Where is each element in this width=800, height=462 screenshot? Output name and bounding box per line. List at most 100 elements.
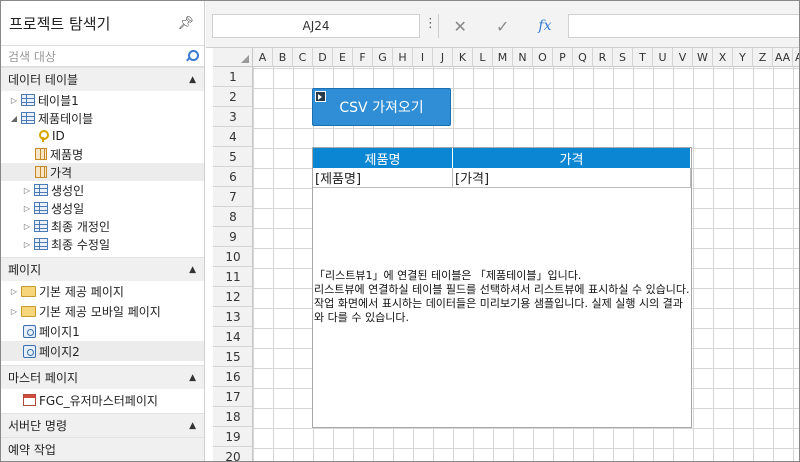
column-header[interactable]: Q: [573, 48, 593, 67]
cancel-icon[interactable]: ✕: [454, 17, 467, 36]
tree-item-field[interactable]: ID: [1, 127, 204, 145]
cell-price[interactable]: [가격]: [453, 168, 691, 187]
column-header[interactable]: E: [333, 48, 353, 67]
column-header[interactable]: G: [373, 48, 393, 67]
confirm-icon[interactable]: ✓: [496, 17, 509, 36]
expand-arrow-icon[interactable]: ▷: [9, 307, 19, 316]
tree-item-page[interactable]: 페이지2: [1, 341, 204, 361]
chevron-up-icon[interactable]: ▲: [189, 75, 196, 85]
column-header[interactable]: L: [473, 48, 493, 67]
column-header[interactable]: S: [613, 48, 633, 67]
tree-item-field[interactable]: ▷ 생성인: [1, 181, 204, 199]
tree-item-label: 생성인: [51, 183, 85, 198]
row-header[interactable]: 19: [213, 427, 253, 447]
column-header[interactable]: W: [693, 48, 713, 67]
row-header[interactable]: 5: [213, 147, 253, 167]
expand-arrow-icon[interactable]: ▷: [22, 222, 32, 231]
table-row[interactable]: [제품명] [가격]: [313, 168, 691, 188]
command-icon[interactable]: [315, 91, 326, 102]
row-header[interactable]: 6: [213, 167, 253, 187]
column-header[interactable]: I: [413, 48, 433, 67]
column-header[interactable]: AA: [773, 48, 793, 67]
row-header[interactable]: 10: [213, 247, 253, 267]
row-header[interactable]: 17: [213, 387, 253, 407]
formula-input[interactable]: [568, 14, 799, 38]
column-header[interactable]: AB: [793, 48, 799, 67]
expand-arrow-icon[interactable]: ▷: [22, 186, 32, 195]
tree-item-table[interactable]: ▷ 테이블1: [1, 91, 204, 109]
row-header[interactable]: 3: [213, 107, 253, 127]
tree-item-field[interactable]: ▷ 최종 수정일: [1, 235, 204, 253]
explorer-search-input[interactable]: 검색 대상: [1, 45, 204, 67]
expand-arrow-icon[interactable]: ▷: [22, 240, 32, 249]
column-header[interactable]: V: [673, 48, 693, 67]
section-pages[interactable]: 페이지 ▲: [1, 257, 204, 281]
collapse-arrow-icon[interactable]: ◢: [9, 114, 19, 123]
column-header[interactable]: Y: [733, 48, 753, 67]
column-header[interactable]: D: [313, 48, 333, 67]
tree-item-table[interactable]: ◢ 제품테이블: [1, 109, 204, 127]
column-header[interactable]: K: [453, 48, 473, 67]
chevron-up-icon[interactable]: ▲: [189, 373, 196, 383]
tree-item-master-page[interactable]: FGC_유저마스터페이지: [1, 389, 204, 411]
tree-item-field[interactable]: 가격: [1, 163, 204, 181]
tree-item-field[interactable]: ▷ 최종 개정인: [1, 217, 204, 235]
table-icon: [34, 184, 48, 196]
chevron-up-icon[interactable]: ▲: [189, 421, 196, 431]
column-header[interactable]: Z: [753, 48, 773, 67]
row-header[interactable]: 18: [213, 407, 253, 427]
expand-arrow-icon[interactable]: ▷: [22, 204, 32, 213]
column-header[interactable]: U: [653, 48, 673, 67]
column-header[interactable]: J: [433, 48, 453, 67]
tree-item-page[interactable]: ▷ 기본 제공 페이지: [1, 281, 204, 301]
tree-item-field[interactable]: ▷ 생성일: [1, 199, 204, 217]
column-header[interactable]: A: [253, 48, 273, 67]
column-header[interactable]: X: [713, 48, 733, 67]
section-scheduled-tasks[interactable]: 예약 작업: [1, 437, 204, 461]
column-header[interactable]: T: [633, 48, 653, 67]
tree-item-page[interactable]: 페이지1: [1, 321, 204, 341]
csv-import-button[interactable]: CSV 가져오기: [312, 88, 451, 126]
list-view[interactable]: 제품명 가격 [제품명] [가격] 「리스트뷰1」에 연결된 테이블은 「제품테…: [312, 147, 692, 428]
section-master-pages[interactable]: 마스터 페이지 ▲: [1, 365, 204, 389]
column-header[interactable]: R: [593, 48, 613, 67]
expand-arrow-icon[interactable]: ▷: [9, 96, 19, 105]
column-header-price[interactable]: 가격: [453, 148, 691, 168]
column-header[interactable]: H: [393, 48, 413, 67]
cell-reference-box[interactable]: AJ24: [212, 14, 420, 38]
row-header[interactable]: 11: [213, 267, 253, 287]
row-header[interactable]: 4: [213, 127, 253, 147]
column-header-product-name[interactable]: 제품명: [313, 148, 453, 168]
expand-arrow-icon[interactable]: ▷: [9, 287, 19, 296]
pin-icon[interactable]: 📌︎: [177, 16, 194, 31]
column-header[interactable]: B: [273, 48, 293, 67]
column-header[interactable]: F: [353, 48, 373, 67]
row-header[interactable]: 8: [213, 207, 253, 227]
row-header[interactable]: 1: [213, 67, 253, 87]
designer-grid[interactable]: ABCDEFGHIJKLMNOPQRSTUVWXYZAAAB 123456789…: [213, 48, 799, 461]
row-header[interactable]: 2: [213, 87, 253, 107]
row-header[interactable]: 7: [213, 187, 253, 207]
function-icon[interactable]: fx: [538, 18, 551, 34]
row-header[interactable]: 9: [213, 227, 253, 247]
row-header[interactable]: 13: [213, 307, 253, 327]
section-server-commands[interactable]: 서버단 명령 ▲: [1, 413, 204, 437]
select-all-corner[interactable]: [213, 48, 253, 67]
column-header[interactable]: M: [493, 48, 513, 67]
tree-item-page[interactable]: ▷ 기본 제공 모바일 페이지: [1, 301, 204, 321]
more-options-icon[interactable]: ⋮: [424, 16, 437, 31]
cell-product-name[interactable]: [제품명]: [313, 168, 453, 187]
row-header[interactable]: 15: [213, 347, 253, 367]
column-header[interactable]: P: [553, 48, 573, 67]
tree-item-field[interactable]: 제품명: [1, 145, 204, 163]
column-header[interactable]: N: [513, 48, 533, 67]
row-header[interactable]: 16: [213, 367, 253, 387]
row-header[interactable]: 12: [213, 287, 253, 307]
chevron-up-icon[interactable]: ▲: [189, 265, 196, 275]
section-data-tables[interactable]: 데이터 테이블 ▲: [1, 67, 204, 91]
search-icon[interactable]: [186, 50, 199, 62]
row-header[interactable]: 20: [213, 447, 253, 461]
row-header[interactable]: 14: [213, 327, 253, 347]
column-header[interactable]: O: [533, 48, 553, 67]
column-header[interactable]: C: [293, 48, 313, 67]
